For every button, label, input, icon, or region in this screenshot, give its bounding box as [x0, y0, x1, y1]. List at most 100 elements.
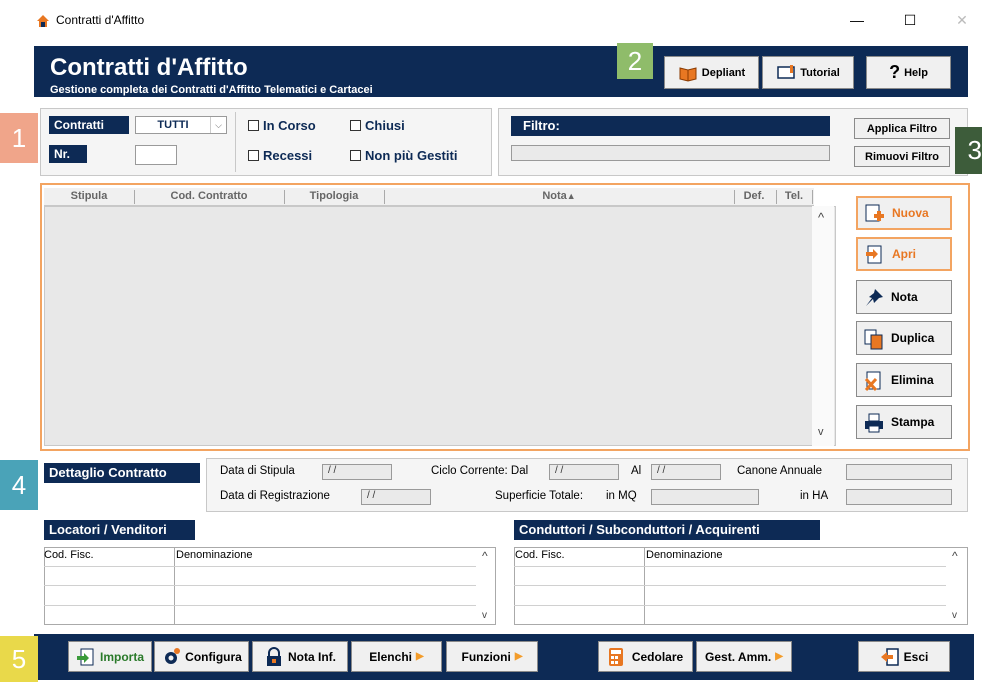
row-line: [514, 566, 946, 567]
chiusi-label: Chiusi: [365, 118, 405, 133]
close-button[interactable]: ✕: [950, 12, 974, 29]
marker-5: 5: [0, 636, 38, 682]
elimina-button[interactable]: Elimina: [856, 363, 952, 397]
scroll-up-icon[interactable]: ^: [482, 549, 488, 563]
row-line: [44, 566, 476, 567]
conduttori-table[interactable]: [514, 547, 968, 625]
apri-button[interactable]: Apri: [856, 237, 952, 271]
ha-field[interactable]: [846, 489, 952, 505]
tutorial-button[interactable]: Tutorial: [762, 56, 854, 89]
data-stipula-field[interactable]: / /: [322, 464, 392, 480]
nota-button[interactable]: Nota: [856, 280, 952, 314]
importa-button[interactable]: Importa: [68, 641, 152, 672]
contratti-label: Contratti: [49, 116, 129, 134]
nr-input[interactable]: [135, 145, 177, 165]
canone-field[interactable]: [846, 464, 952, 480]
checkbox-box: [350, 150, 361, 161]
stampa-label: Stampa: [891, 415, 935, 429]
esci-label: Esci: [903, 649, 929, 664]
cedolare-button[interactable]: Cedolare: [598, 641, 693, 672]
canone-label: Canone Annuale: [737, 465, 823, 477]
nuova-button[interactable]: Nuova: [856, 196, 952, 230]
col-separator: [644, 547, 645, 625]
row-line: [44, 605, 476, 606]
triangle-right-icon: ▶: [775, 651, 783, 662]
chiusi-checkbox[interactable]: Chiusi: [350, 118, 405, 133]
superficie-label: Superficie Totale:: [495, 490, 584, 502]
data-registrazione-field[interactable]: / /: [361, 489, 431, 505]
nota-label: Nota: [891, 290, 918, 304]
elimina-label: Elimina: [891, 373, 934, 387]
delete-document-icon: [863, 370, 883, 392]
checkbox-box: [248, 150, 259, 161]
ciclo-dal-field[interactable]: / /: [549, 464, 619, 480]
row-line: [514, 605, 946, 606]
triangle-right-icon: ▶: [514, 651, 523, 662]
esci-button[interactable]: Esci: [858, 641, 950, 672]
depliant-label: Depliant: [701, 66, 746, 79]
conduttori-title: Conduttori / Subconduttori / Acquirenti: [514, 520, 820, 540]
checkbox-box: [350, 120, 361, 131]
stampa-button[interactable]: Stampa: [856, 405, 952, 439]
help-button[interactable]: ? Help: [866, 56, 951, 89]
depliant-button[interactable]: Depliant: [664, 56, 759, 89]
contratti-select[interactable]: TUTTI ⌵: [135, 116, 227, 134]
contracts-grid-body[interactable]: [44, 206, 836, 446]
data-registrazione-label: Data di Registrazione: [220, 490, 330, 502]
funzioni-button[interactable]: Funzioni ▶: [446, 641, 538, 672]
scroll-down-icon[interactable]: v: [818, 426, 824, 438]
in-mq-label: in MQ: [606, 490, 637, 502]
gest-amm-button[interactable]: Gest. Amm. ▶: [696, 641, 792, 672]
recessi-label: Recessi: [263, 148, 313, 163]
applica-filtro-button[interactable]: Applica Filtro: [854, 118, 950, 139]
col-def[interactable]: Def.: [734, 190, 774, 202]
marker-2: 2: [617, 43, 653, 79]
mq-field[interactable]: [651, 489, 759, 505]
col-nota[interactable]: Nota▲: [384, 190, 734, 202]
scroll-down-icon[interactable]: v: [952, 610, 957, 621]
col-stipula[interactable]: Stipula: [44, 190, 134, 202]
header-title: Contratti d'Affitto: [50, 54, 248, 81]
rimuovi-filtro-button[interactable]: Rimuovi Filtro: [854, 146, 950, 167]
elenchi-button[interactable]: Elenchi ▶: [351, 641, 442, 672]
scroll-down-icon[interactable]: v: [482, 610, 487, 621]
duplica-button[interactable]: Duplica: [856, 321, 952, 355]
ciclo-al-field[interactable]: / /: [651, 464, 721, 480]
non-piu-gestiti-checkbox[interactable]: Non più Gestiti: [350, 148, 457, 163]
nota-inf-label: Nota Inf.: [288, 649, 336, 664]
monitor-icon: [776, 63, 796, 83]
configura-button[interactable]: Configura: [154, 641, 249, 672]
grid-header: Stipula Cod. Contratto Tipologia Nota▲ D…: [44, 188, 814, 206]
gear-icon: [161, 647, 181, 667]
dettaglio-title: Dettaglio Contratto: [44, 463, 200, 483]
exit-icon: [880, 647, 900, 667]
minimize-button[interactable]: —: [845, 12, 869, 28]
configura-label: Configura: [185, 649, 242, 664]
locatori-title: Locatori / Venditori: [44, 520, 195, 540]
col-nota-label: Nota: [542, 190, 567, 202]
checkbox-box: [248, 120, 259, 131]
ciclo-dal-label: Ciclo Corrente: Dal: [431, 465, 529, 477]
maximize-button[interactable]: ☐: [898, 12, 922, 29]
col-tipologia[interactable]: Tipologia: [284, 190, 384, 202]
col-cod-contratto[interactable]: Cod. Contratto: [134, 190, 284, 202]
non-piu-gestiti-label: Non più Gestiti: [365, 148, 458, 163]
tutorial-label: Tutorial: [800, 66, 840, 79]
scroll-up-icon[interactable]: ^: [952, 549, 958, 563]
row-line: [514, 585, 946, 586]
in-corso-checkbox[interactable]: In Corso: [248, 118, 316, 133]
data-stipula-label: Data di Stipula: [220, 465, 295, 477]
nota-inf-button[interactable]: Nota Inf.: [252, 641, 348, 672]
scroll-up-icon[interactable]: ^: [818, 210, 824, 225]
duplica-label: Duplica: [891, 331, 935, 345]
duplicate-icon: [863, 328, 883, 350]
gest-amm-label: Gest. Amm.: [705, 649, 772, 664]
locatori-table[interactable]: [44, 547, 496, 625]
recessi-checkbox[interactable]: Recessi: [248, 148, 312, 163]
book-icon: [678, 63, 698, 83]
filtro-input[interactable]: [511, 145, 830, 161]
col-tel[interactable]: Tel.: [776, 190, 812, 202]
cedolare-label: Cedolare: [631, 649, 684, 664]
grid-scrollbar[interactable]: ^ v: [812, 206, 834, 446]
elenchi-label: Elenchi: [369, 649, 412, 664]
